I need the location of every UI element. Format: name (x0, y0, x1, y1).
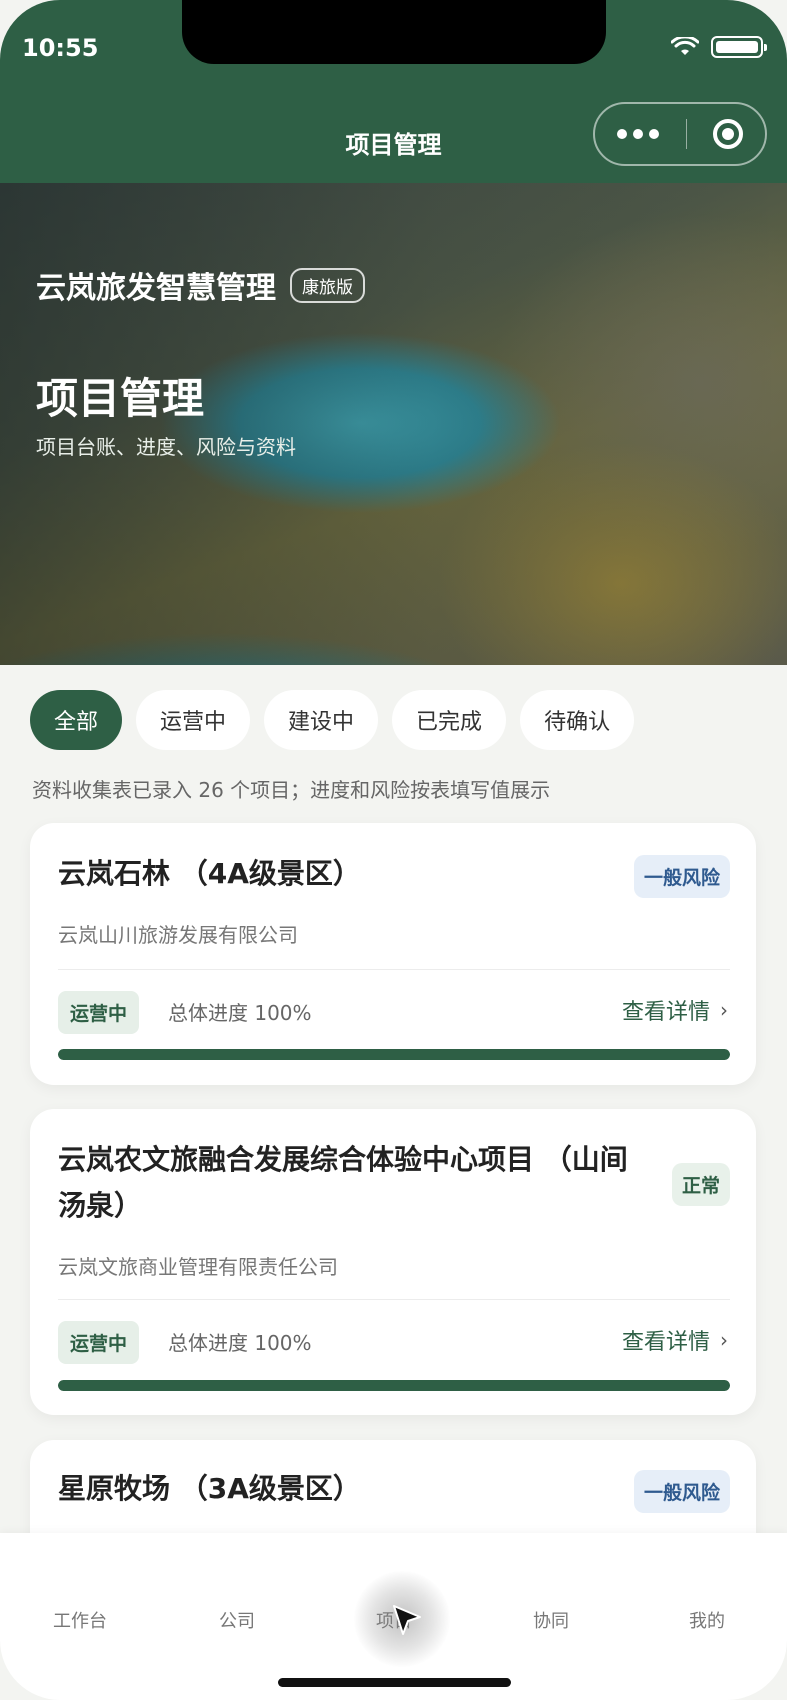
view-details-label: 查看详情 (621, 1330, 710, 1355)
nav-bar: 10:55 项目管理 (0, 0, 787, 183)
hero-title: 项目管理 (36, 374, 205, 423)
project-company: 云岚文旅商业管理有限责任公司 (58, 1255, 338, 1279)
tab-bar: 工作台 公司 项目 协同 我的 (0, 1533, 787, 1700)
tab-company[interactable]: 公司 (219, 1607, 255, 1633)
card-divider (58, 969, 730, 970)
hero-brand: 云岚旅发智慧管理 康旅版 (36, 263, 365, 307)
view-details-label: 查看详情 (621, 1000, 710, 1025)
risk-badge: 一般风险 (633, 1470, 730, 1513)
wifi-icon (671, 37, 699, 55)
chevron-right-icon: › (720, 1328, 728, 1352)
progress-bar (58, 1380, 730, 1391)
status-badge: 运营中 (58, 1321, 140, 1364)
project-company: 云岚山川旅游发展有限公司 (58, 923, 298, 947)
status-badge: 运营中 (58, 991, 140, 1034)
filter-chip-completed[interactable]: 已完成 (392, 690, 507, 750)
status-time: 10:55 (22, 34, 99, 62)
status-icons (671, 36, 767, 58)
brand-name: 云岚旅发智慧管理 (36, 271, 276, 306)
risk-badge: 一般风险 (633, 855, 730, 898)
project-title: 云岚石林 （4A级景区） (58, 857, 361, 890)
hero-banner: 云岚旅发智慧管理 康旅版 项目管理 项目台账、进度、风险与资料 (0, 183, 787, 665)
chevron-right-icon: › (720, 998, 728, 1022)
view-details-link[interactable]: 查看详情 › (622, 1324, 728, 1356)
tab-collaboration[interactable]: 协同 (533, 1607, 569, 1633)
filter-chip-all[interactable]: 全部 (30, 690, 123, 750)
battery-icon (711, 36, 767, 58)
card-divider (58, 1299, 730, 1300)
progress-fill (58, 1049, 730, 1060)
risk-badge: 正常 (671, 1163, 730, 1206)
filter-chip-building[interactable]: 建设中 (264, 690, 379, 750)
hero-subtitle: 项目台账、进度、风险与资料 (36, 435, 296, 459)
close-miniprogram-icon[interactable] (713, 119, 743, 149)
filter-chip-operating[interactable]: 运营中 (136, 690, 251, 750)
progress-text: 总体进度 100% (168, 1001, 312, 1025)
tab-mine[interactable]: 我的 (689, 1607, 725, 1633)
edition-badge: 康旅版 (290, 267, 365, 303)
summary-text: 资料收集表已录入 26 个项目；进度和风险按表填写值展示 (32, 778, 551, 802)
more-icon[interactable] (617, 129, 659, 139)
progress-text: 总体进度 100% (168, 1331, 312, 1355)
cursor-icon (393, 1605, 421, 1635)
miniprogram-capsule (593, 102, 767, 166)
filter-chips: 全部 运营中 建设中 已完成 待确认 (30, 690, 635, 750)
phone-screen: 10:55 项目管理 云岚旅发智慧管理 康旅版 项目管理 项目台账、进度、风险与… (0, 0, 787, 1700)
project-card[interactable]: 云岚农文旅融合发展综合体验中心项目 （山间汤泉） 正常 云岚文旅商业管理有限责任… (30, 1109, 756, 1415)
tab-workbench[interactable]: 工作台 (53, 1607, 107, 1633)
project-title: 云岚农文旅融合发展综合体验中心项目 （山间汤泉） (58, 1143, 628, 1222)
device-notch (182, 0, 606, 64)
home-indicator (278, 1678, 511, 1687)
project-title: 星原牧场 （3A级景区） (58, 1472, 361, 1505)
filter-chip-pending[interactable]: 待确认 (520, 690, 635, 750)
capsule-divider (685, 119, 687, 149)
project-card[interactable]: 云岚石林 （4A级景区） 一般风险 云岚山川旅游发展有限公司 运营中 总体进度 … (30, 823, 756, 1085)
view-details-link[interactable]: 查看详情 › (622, 994, 728, 1026)
progress-bar (58, 1049, 730, 1060)
progress-fill (58, 1380, 730, 1391)
